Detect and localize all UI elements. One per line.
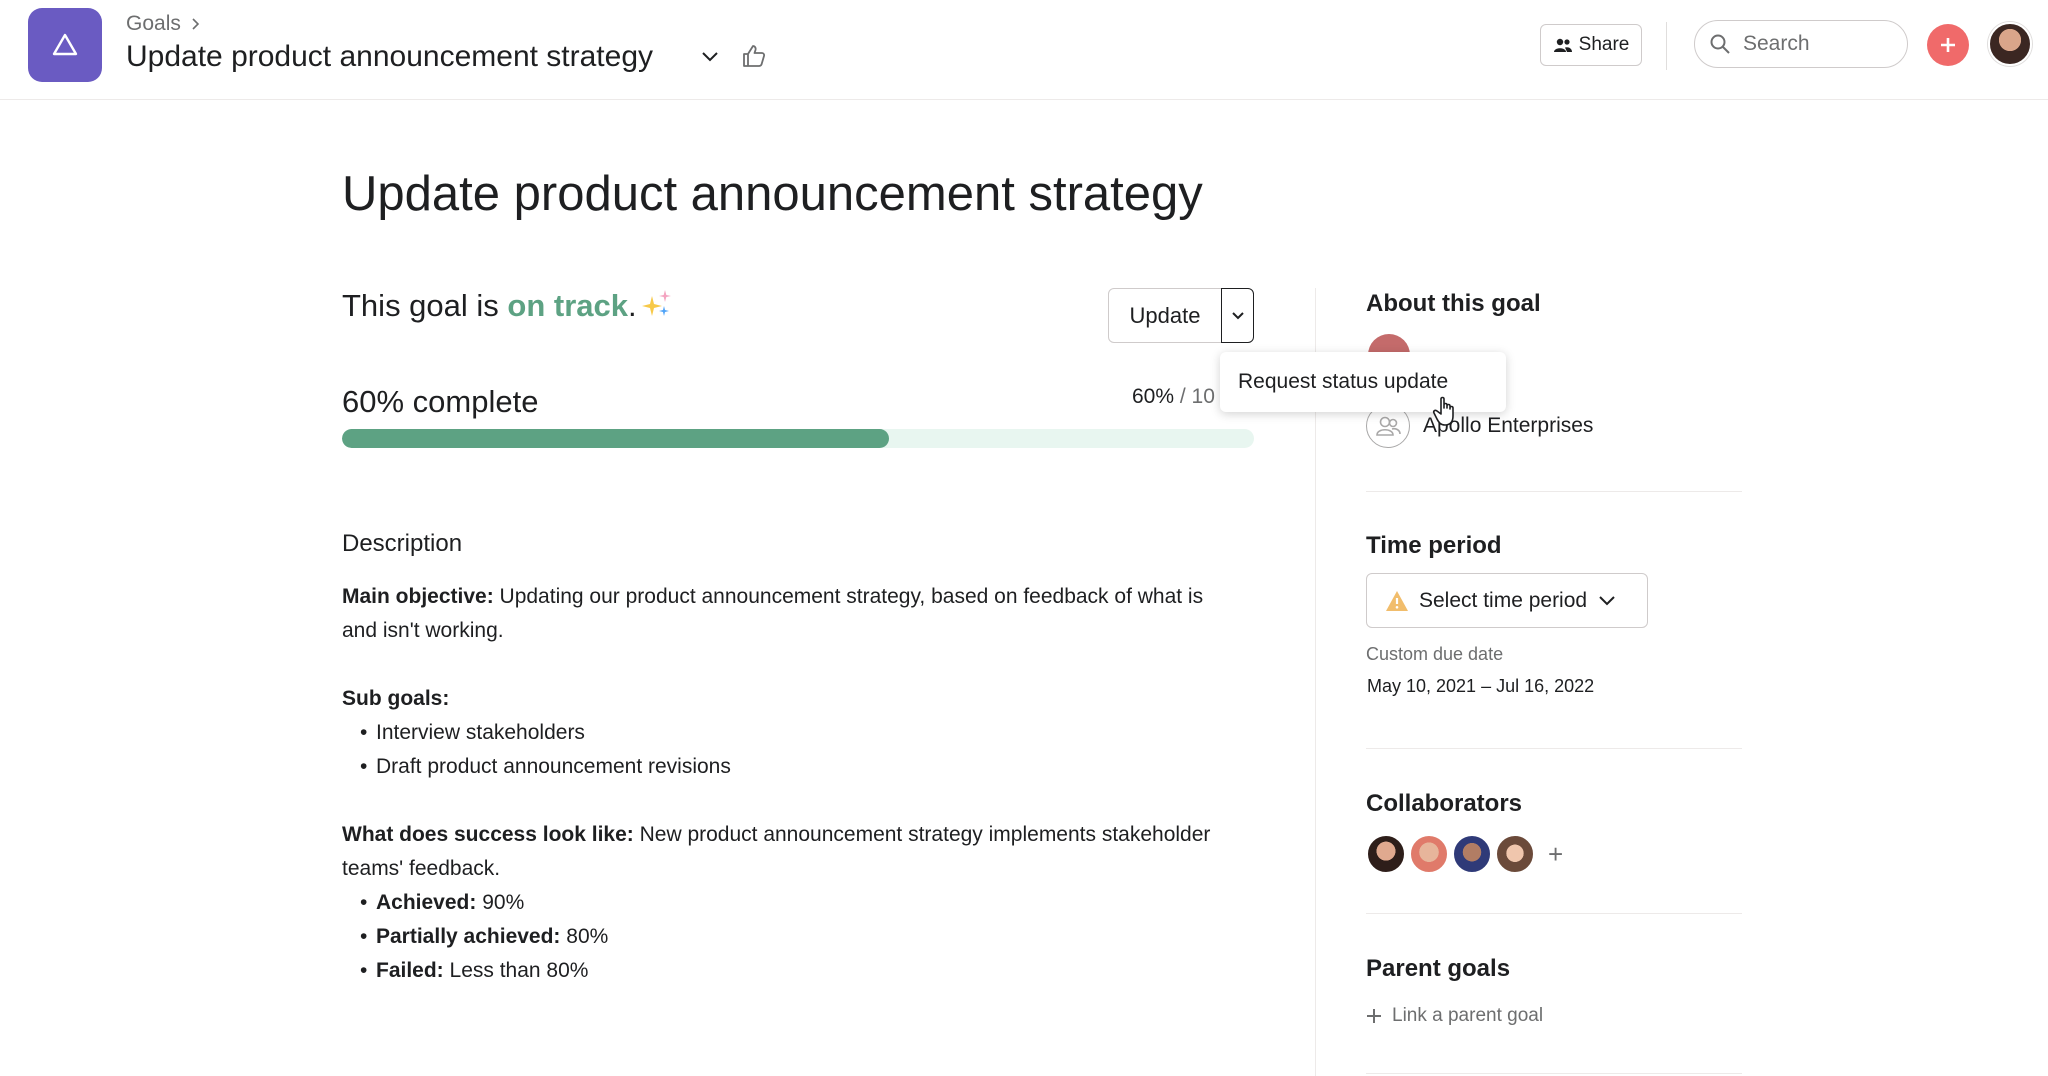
time-period-label: Select time period [1419,588,1588,612]
thumbs-up-icon[interactable] [740,42,768,70]
link-parent-goal-label: Link a parent goal [1392,1005,1544,1026]
progress-current: 60% [1132,385,1175,408]
plus-icon [1941,38,1955,52]
section-divider [1366,913,1742,914]
top-bar: Goals Update product announcement strate… [0,0,2048,100]
main-objective: Main objective: Updating our product ann… [342,585,1204,642]
chevron-down-icon[interactable] [698,44,722,68]
status-prefix: This goal is [342,288,508,323]
search-placeholder: Search [1743,32,1810,55]
collaborators-heading: Collaborators [1366,790,1523,817]
update-dropdown-button[interactable] [1221,288,1254,343]
status-value: on track [507,288,629,323]
progress-bar [342,429,1254,448]
list-item: Failed: Less than 80% [376,954,1222,988]
breadcrumb-goals[interactable]: Goals [126,12,181,36]
header-divider [1666,22,1667,70]
progress-target: / 10 [1174,385,1215,408]
warning-icon [1386,590,1408,611]
link-parent-goal-button[interactable]: Link a parent goal [1366,1005,1543,1027]
section-divider [1366,491,1742,492]
avatar[interactable] [1452,834,1492,874]
chevron-down-icon [1599,595,1615,605]
avatar[interactable] [1366,834,1406,874]
add-collaborator-button[interactable]: + [1548,834,1563,874]
list-item: Interview stakeholders [376,716,1222,750]
search-input[interactable]: Search [1694,20,1908,68]
progress-fill [342,429,890,448]
page-title: Update product announcement strategy [126,40,654,73]
user-avatar[interactable] [1988,22,2032,66]
chevron-right-icon [192,18,199,30]
menu-item-request-status-update[interactable]: Request status update [1238,370,1448,394]
search-icon [1710,34,1730,54]
section-divider [1366,1073,1742,1074]
time-period-heading: Time period [1366,532,1502,559]
due-date-value[interactable]: May 10, 2021 – Jul 16, 2022 [1367,676,1594,697]
success-criteria: What does success look like: New product… [342,823,1211,880]
people-icon [1553,38,1572,52]
progress-value: 60% / 10 [1132,385,1215,409]
add-button[interactable] [1927,24,1969,66]
list-item: Draft product announcement revisions [376,750,1222,784]
parent-goals-heading: Parent goals [1366,955,1511,982]
criteria-list: Achieved: 90% Partially achieved: 80% Fa… [342,886,1222,988]
update-button[interactable]: Update [1108,288,1222,343]
goal-heading[interactable]: Update product announcement strategy [342,166,1203,222]
section-divider [1366,748,1742,749]
collaborators-list: + [1366,834,1563,874]
list-item: Achieved: 90% [376,886,1222,920]
progress-label: 60% complete [342,384,539,419]
goal-icon[interactable] [28,8,102,82]
plus-icon [1367,1009,1381,1023]
goal-status: This goal is on track. [342,288,637,324]
breadcrumb[interactable]: Goals [126,12,201,36]
due-date-label: Custom due date [1366,644,1504,664]
status-suffix: . [628,288,637,323]
description-body[interactable]: Main objective: Updating our product ann… [342,580,1222,988]
sub-goals-list: Interview stakeholders Draft product ann… [342,716,1222,784]
avatar[interactable] [1495,834,1535,874]
about-heading: About this goal [1366,290,1541,317]
description-heading: Description [342,530,463,557]
sub-goals-label: Sub goals: [342,687,450,710]
update-dropdown-menu: Request status update [1220,352,1506,412]
time-period-select[interactable]: Select time period [1366,573,1648,628]
share-label: Share [1578,34,1630,55]
hand-cursor-icon [1432,396,1454,426]
chevron-down-icon [1231,311,1244,319]
list-item: Partially achieved: 80% [376,920,1222,954]
avatar[interactable] [1409,834,1449,874]
sparkle-icon [642,290,671,316]
share-button[interactable]: Share [1540,24,1642,66]
